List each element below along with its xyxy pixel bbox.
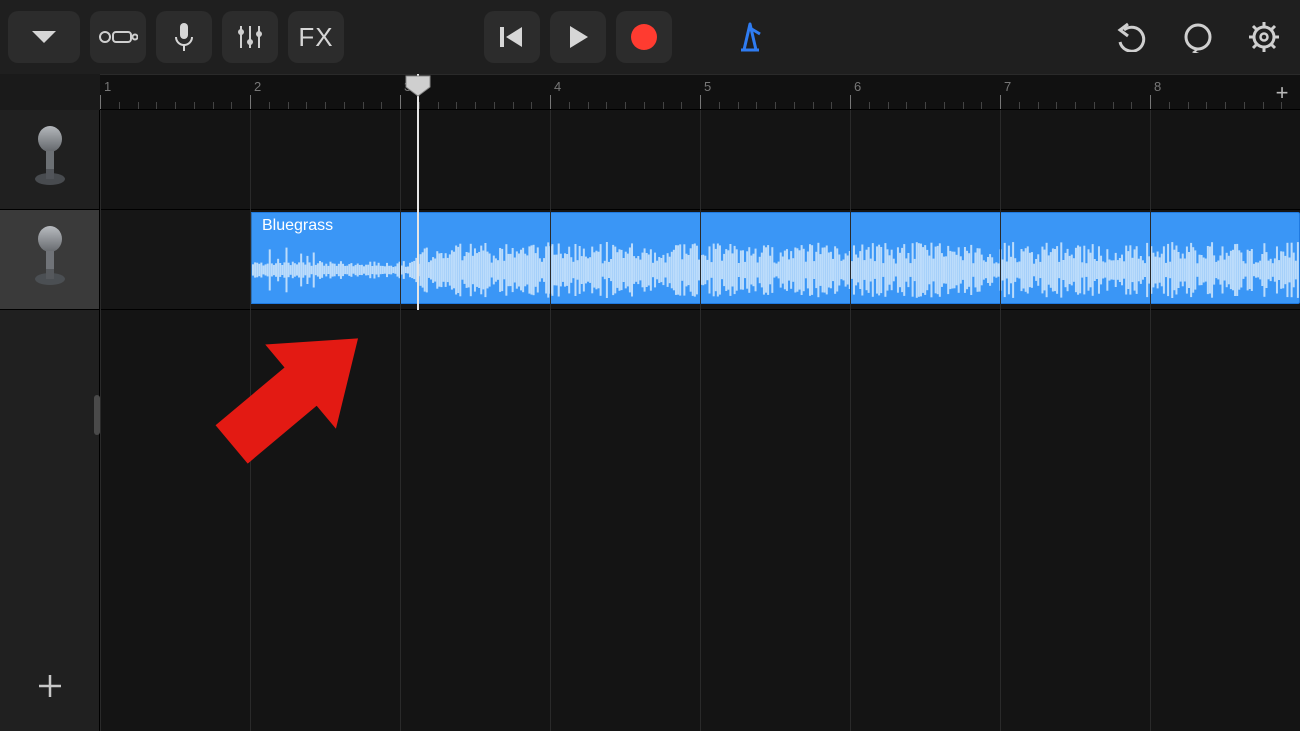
undo-icon	[1114, 22, 1150, 52]
ruler-bar-label: 4	[554, 79, 561, 94]
audio-clip-bluegrass[interactable]: Bluegrass	[250, 212, 1300, 304]
ruler-bar-label: 5	[704, 79, 711, 94]
loop-icon	[1182, 21, 1214, 53]
view-menu-button[interactable]	[8, 11, 80, 63]
ruler-bar-label: 6	[854, 79, 861, 94]
track-header-1[interactable]	[0, 110, 99, 210]
track-sidebar	[0, 110, 100, 731]
timeline-ruler[interactable]: + 12345678	[100, 74, 1300, 110]
settings-button[interactable]	[1236, 11, 1292, 63]
playhead-handle-icon	[405, 75, 431, 97]
track-header-2[interactable]	[0, 210, 99, 310]
gear-icon	[1247, 20, 1281, 54]
fx-label: FX	[298, 22, 333, 53]
loop-browser-button[interactable]	[1170, 11, 1226, 63]
toolbar: FX	[0, 0, 1300, 74]
ruler-bar-label: 2	[254, 79, 261, 94]
play-icon	[566, 24, 590, 50]
metronome-icon	[732, 19, 768, 55]
skip-back-icon	[498, 24, 526, 50]
microphone-track-icon	[28, 125, 72, 195]
record-button[interactable]	[616, 11, 672, 63]
add-track-button[interactable]	[0, 659, 99, 713]
track-regions-icon	[98, 25, 138, 49]
go-to-beginning-button[interactable]	[484, 11, 540, 63]
microphone-track-icon	[28, 225, 72, 295]
microphone-button[interactable]	[156, 11, 212, 63]
microphone-icon	[173, 21, 195, 53]
metronome-button[interactable]	[722, 11, 778, 63]
ruler-bar-label: 8	[1154, 79, 1161, 94]
ruler-bar-label: 7	[1004, 79, 1011, 94]
undo-button[interactable]	[1104, 11, 1160, 63]
sliders-icon	[235, 22, 265, 52]
track-area[interactable]: Bluegrass	[100, 110, 1300, 731]
playhead[interactable]	[417, 74, 419, 310]
chevron-down-icon	[30, 28, 58, 46]
track-controls-button[interactable]	[222, 11, 278, 63]
plus-icon	[35, 671, 65, 701]
waveform-icon	[252, 239, 1299, 301]
clip-label: Bluegrass	[262, 217, 333, 235]
ruler-bar-label: 1	[104, 79, 111, 94]
track-view-button[interactable]	[90, 11, 146, 63]
play-button[interactable]	[550, 11, 606, 63]
record-icon	[628, 21, 660, 53]
fx-button[interactable]: FX	[288, 11, 344, 63]
